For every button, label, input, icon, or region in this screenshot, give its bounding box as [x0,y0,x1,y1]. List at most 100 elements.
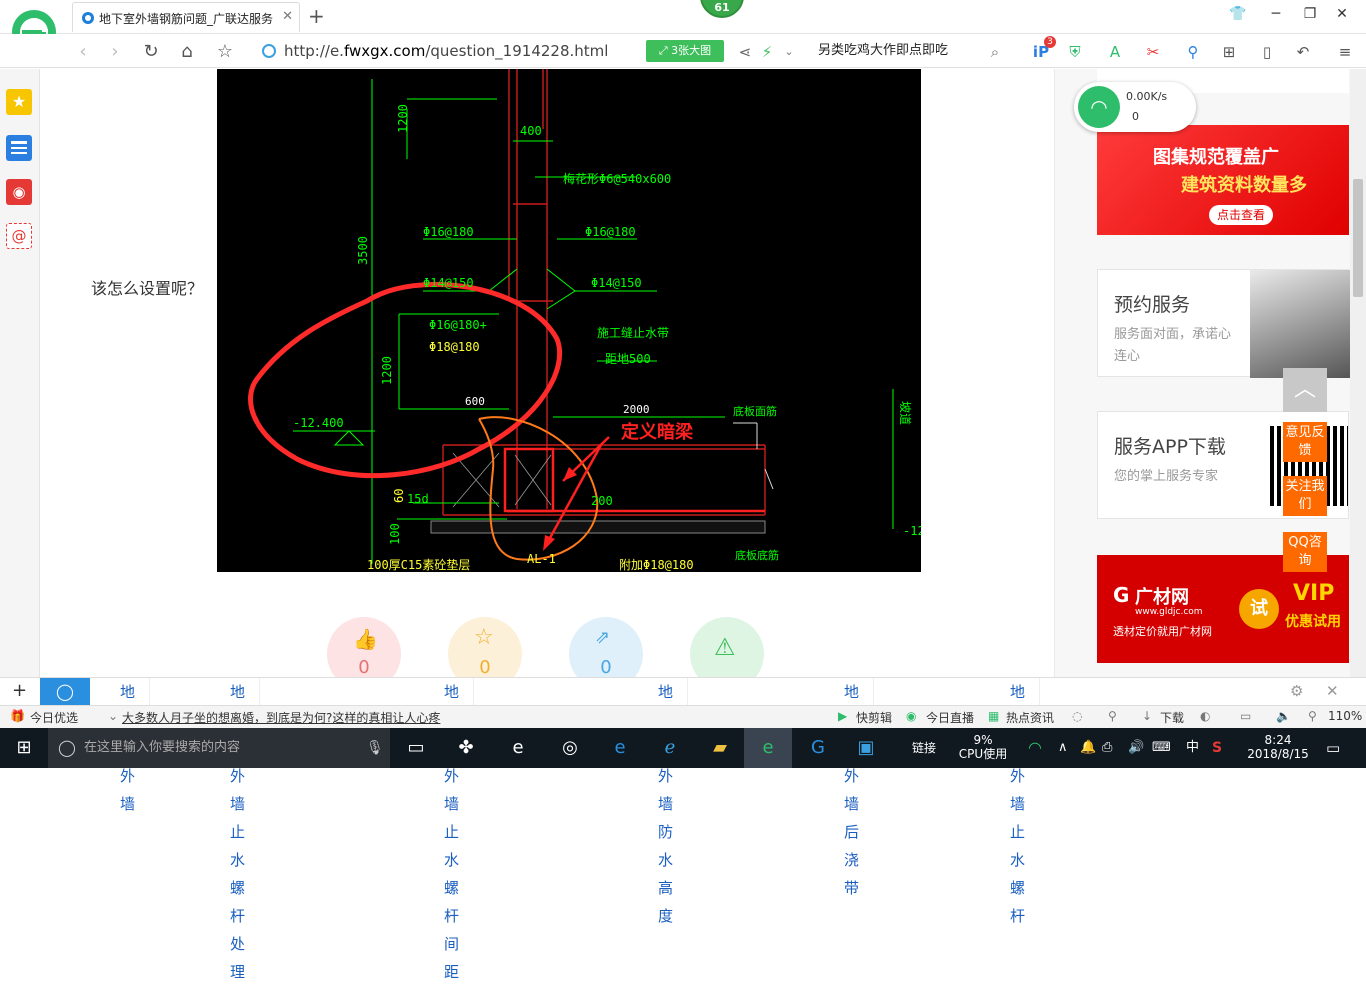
pinwheel-app-icon[interactable]: ✤ [442,728,490,768]
view-button[interactable]: 点击查看 [1209,205,1273,225]
magnifier-icon[interactable]: ⚲ [1182,41,1204,63]
booking-service-card[interactable]: 预约服务 服务面对面，承诺心连心 [1097,269,1350,378]
shirt-skin-icon[interactable]: 👕 [1228,6,1248,26]
download[interactable]: 下载 [1160,709,1184,726]
back-icon[interactable]: ‹ [72,41,94,63]
clock-time: 8:24 [1264,733,1292,747]
microphone-icon[interactable]: 🎙 [366,728,384,768]
big-image-button[interactable]: ⤢ 3张大图 [646,40,724,62]
restore-icon[interactable]: ❐ [1300,6,1320,26]
360-browser-icon[interactable]: e [744,728,792,768]
question-text: 该怎么设置呢？ [91,279,204,298]
feedback-button[interactable]: 意见反馈 [1283,422,1327,462]
task-view-icon[interactable]: ▭ [392,728,440,768]
volume-icon[interactable]: 🔊 [1128,728,1144,768]
network-tray-icon[interactable]: ⎙ [1102,728,1112,768]
like-button[interactable]: 👍 0 [327,617,401,677]
search-icon[interactable]: ⌕ [984,41,1006,63]
chevron-down-icon[interactable]: ⌄ [108,709,118,723]
taskbar-search-input[interactable]: ◯ 在这里输入你要搜索的内容 🎙 [48,728,390,768]
share-button[interactable]: ⇗ 0 [569,617,643,677]
close-bar-icon[interactable]: ✕ [1326,682,1339,700]
ime-indicator[interactable]: 中 [1186,728,1199,768]
cad-label: 3500 [356,236,370,265]
wifi-tray-icon[interactable]: ◠ [1028,728,1042,768]
file-explorer-icon[interactable]: ▰ [696,728,744,768]
qq-consult-button[interactable]: QQ咨询 [1283,532,1327,572]
notification-bell-icon[interactable]: 🔔 [1080,728,1096,768]
search-keyword-link[interactable]: 地下室外墙防水高度 [644,678,689,925]
keyboard-icon[interactable]: ⌨ [1152,728,1171,768]
forward-icon[interactable]: › [104,41,126,63]
pin-icon[interactable]: ⚲ [1108,709,1117,723]
tray-up-icon[interactable]: ∧ [1058,728,1068,768]
page-scrollbar[interactable] [1350,69,1366,677]
chevron-down-icon[interactable]: ⌄ [778,41,800,63]
new-tab-icon[interactable]: + [308,4,325,28]
phone-icon[interactable]: ▯ [1256,41,1278,63]
history-icon[interactable]: ◐ [1200,709,1210,723]
search-circle-icon[interactable]: ◯ [40,678,90,706]
hot-news[interactable]: 热点资讯 [1006,709,1054,726]
tab-close-icon[interactable]: ✕ [282,9,293,24]
settings-gear-icon[interactable]: ⚙ [1290,682,1303,700]
search-keyword-link[interactable]: 地下室外墙止水螺杆处理 [216,678,261,981]
cad-drawing-image[interactable]: 1200 400 梅花形Φ6@540x600 Φ16@180 Φ16@180 3… [217,69,925,572]
scroll-thumb[interactable] [1353,179,1363,297]
weibo-icon[interactable]: ◉ [6,179,32,205]
reading-list-icon[interactable] [6,135,32,161]
gift-icon: 🎁 [10,709,25,723]
window-icon[interactable]: ▭ [1240,709,1251,723]
action-center-icon[interactable]: ▭ [1326,728,1340,768]
search-keyword-link[interactable]: 地下室外墙止水螺杆 [996,678,1041,925]
star-bookmark-icon[interactable]: ☆ [214,41,236,63]
ie-icon[interactable]: ℯ [646,728,694,768]
search-keyword-link[interactable]: 地下室外墙后浇带 [830,678,875,897]
favorites-star-icon[interactable]: ★ [6,89,32,115]
active-tab[interactable]: 地下室外墙钢筋问题_广联达服务 ✕ [72,2,300,32]
glodon-app-icon[interactable]: G [794,728,842,768]
search-keyword-link[interactable]: 地下室外墙 [106,678,151,813]
minimize-icon[interactable]: ─ [1266,6,1286,26]
zoom-level[interactable]: 110% [1328,709,1362,723]
calendar-app-icon[interactable]: ▣ [842,728,890,768]
add-icon[interactable]: + [12,680,27,701]
news-link[interactable]: 大多数人月子坐的想离婚，到底是为何?这样的真相让人心疼 [122,709,452,726]
search-keyword-link[interactable]: 地下室外墙止水螺杆间距 [430,678,475,981]
back-to-top-icon[interactable]: ︿ [1283,368,1327,412]
live[interactable]: 今日直播 [926,709,974,726]
apps-grid-icon[interactable]: ⊞ [1218,41,1240,63]
link-label[interactable]: 链接 [912,728,936,768]
translate-icon[interactable]: A [1104,41,1126,63]
music-app-icon[interactable]: ◎ [546,728,594,768]
favorite-button[interactable]: ☆ 0 [448,617,522,677]
close-window-icon[interactable]: ✕ [1332,6,1352,26]
hot-search-text[interactable]: 另类吃鸡大作即点即吃 [818,40,998,62]
scissors-icon[interactable]: ✂ [1142,41,1164,63]
home-icon[interactable]: ⌂ [176,41,198,63]
reload-icon[interactable]: ↻ [140,41,162,63]
follow-button[interactable]: 关注我们 [1283,476,1327,516]
sogou-input-icon[interactable]: S [1212,728,1222,768]
share-icon[interactable]: ⋖ [734,41,756,63]
lightning-icon[interactable]: ⚡ [756,41,778,63]
edge-icon[interactable]: e [596,728,644,768]
clock[interactable]: 8:24 2018/8/15 [1246,728,1310,768]
quick-cut[interactable]: 快剪辑 [856,709,892,726]
network-speed-widget[interactable]: ◠ 0.00K/s 0 [1074,82,1196,132]
email-at-icon[interactable]: @ [6,223,32,249]
browser-e-icon[interactable]: e [494,728,542,768]
url-field[interactable]: http://e.fwxgx.com/question_1914228.html [262,38,642,64]
speedup-icon[interactable]: ◌ [1072,709,1082,723]
notification-badge[interactable]: 61 [700,0,744,18]
cpu-usage[interactable]: 9% CPU使用 [958,728,1008,768]
windows-start-icon[interactable]: ⊞ [0,728,48,768]
mute-icon[interactable]: 🔈 [1276,709,1291,723]
undo-icon[interactable]: ↶ [1292,41,1314,63]
report-button[interactable]: ⚠ [690,617,764,677]
resource-banner-ad[interactable]: 图集规范覆盖广 建筑资料数量多 点击查看 [1097,125,1349,235]
today-pick[interactable]: 今日优选 [30,709,78,726]
menu-icon[interactable]: ≡ [1334,41,1356,63]
shield-icon[interactable]: ⛨ [1064,41,1086,63]
banner-line1: 图集规范覆盖广 [1153,147,1279,168]
